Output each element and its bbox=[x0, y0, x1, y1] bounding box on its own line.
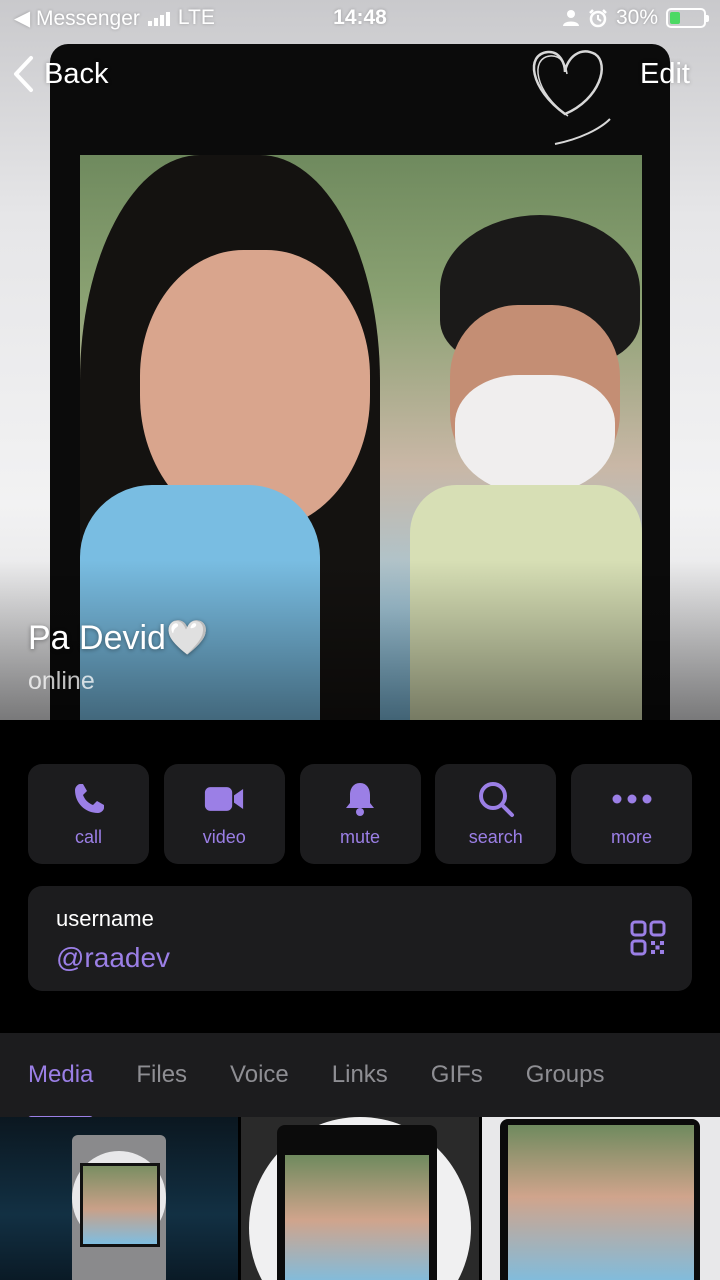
media-thumbnail[interactable] bbox=[241, 1117, 479, 1280]
status-bar: ◀ Messenger LTE 14:48 30% bbox=[0, 0, 720, 36]
chevron-left-icon bbox=[14, 56, 33, 92]
search-icon bbox=[476, 781, 516, 817]
tab-voice[interactable]: Voice bbox=[230, 1061, 289, 1089]
edit-button[interactable]: Edit bbox=[640, 52, 690, 96]
bell-icon bbox=[340, 781, 380, 817]
photo-detail bbox=[455, 375, 615, 495]
media-tabs: Media Files Voice Links GIFs Groups bbox=[0, 1033, 720, 1122]
video-label: video bbox=[202, 826, 246, 847]
search-label: search bbox=[468, 826, 523, 847]
call-label: call bbox=[74, 826, 102, 847]
video-button[interactable]: video bbox=[163, 764, 285, 864]
qr-code-icon[interactable] bbox=[630, 920, 666, 956]
media-grid bbox=[0, 1117, 720, 1280]
back-button-label: Back bbox=[44, 57, 109, 90]
mute-label: mute bbox=[339, 826, 381, 847]
media-thumbnail[interactable] bbox=[482, 1117, 720, 1280]
username-value[interactable]: @raadev bbox=[56, 942, 664, 974]
person-icon bbox=[562, 10, 579, 26]
status-right: 30% bbox=[562, 6, 709, 30]
tab-media[interactable]: Media bbox=[28, 1061, 94, 1122]
back-to-app-link[interactable]: ◀ Messenger bbox=[14, 6, 140, 31]
more-button[interactable]: more bbox=[571, 764, 692, 864]
media-thumbnail[interactable] bbox=[0, 1117, 238, 1280]
profile-status: online bbox=[28, 667, 95, 695]
back-button[interactable]: Back bbox=[12, 52, 108, 96]
tab-files[interactable]: Files bbox=[136, 1061, 187, 1089]
profile-name: Pa Devid🤍 bbox=[28, 619, 209, 657]
tab-gifs[interactable]: GIFs bbox=[431, 1061, 483, 1089]
action-buttons: call video mute search more bbox=[28, 764, 692, 864]
network-type: LTE bbox=[177, 6, 215, 29]
profile-photo-area[interactable] bbox=[0, 0, 720, 720]
thumbnail-detail bbox=[285, 1155, 429, 1280]
tab-links[interactable]: Links bbox=[332, 1061, 388, 1089]
thumbnail-detail bbox=[508, 1125, 694, 1280]
mute-button[interactable]: mute bbox=[299, 764, 421, 864]
status-left: ◀ Messenger LTE bbox=[14, 6, 215, 31]
video-camera-icon bbox=[204, 781, 244, 817]
thumbnail-detail bbox=[80, 1163, 160, 1247]
signal-strength-icon bbox=[147, 10, 170, 26]
alarm-icon bbox=[589, 9, 607, 28]
tab-groups[interactable]: Groups bbox=[526, 1061, 605, 1089]
call-button[interactable]: call bbox=[28, 764, 149, 864]
more-label: more bbox=[610, 826, 652, 847]
phone-icon bbox=[69, 781, 109, 817]
battery-icon bbox=[666, 8, 709, 28]
username-title: username bbox=[56, 906, 154, 931]
search-button[interactable]: search bbox=[435, 764, 557, 864]
profile-screen: ◀ Messenger LTE 14:48 30% Back Edit Pa D… bbox=[0, 0, 720, 1280]
ellipsis-icon bbox=[612, 781, 652, 817]
username-card[interactable]: username @raadev bbox=[28, 886, 692, 991]
heart-doodle-icon bbox=[532, 50, 611, 145]
battery-percent: 30% bbox=[615, 6, 658, 29]
